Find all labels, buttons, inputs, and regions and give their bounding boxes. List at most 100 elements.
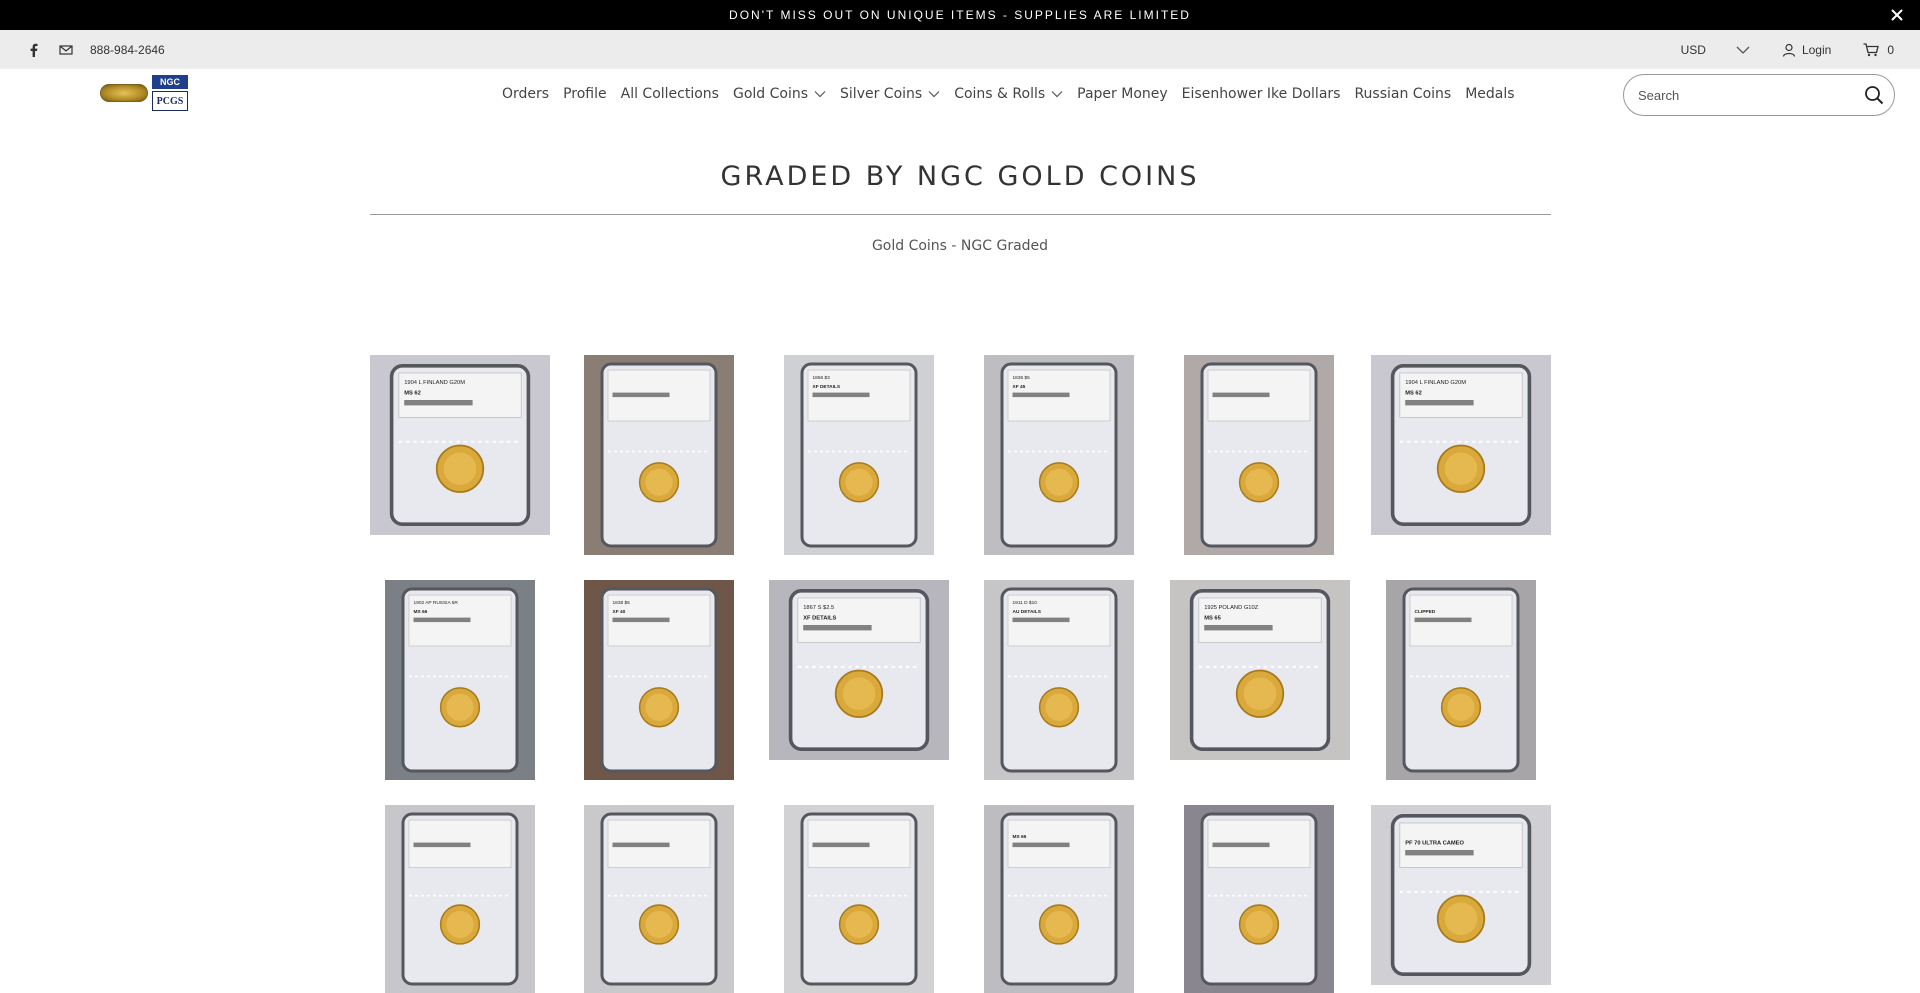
product-card[interactable]: 1925 POLAND G10Z MS 65 xyxy=(1170,580,1350,760)
product-image xyxy=(584,805,734,993)
email-icon[interactable] xyxy=(58,42,74,58)
product-card[interactable]: 1902 AP RUSSIA 5R MS 66 xyxy=(385,580,535,780)
page-title: GRADED BY NGC GOLD COINS xyxy=(720,161,1200,192)
nav-item-medals[interactable]: Medals xyxy=(1465,86,1514,102)
product-card[interactable]: 1867 S $2.5 XF DETAILS xyxy=(769,580,949,760)
nav-label: Eisenhower Ike Dollars xyxy=(1181,86,1341,102)
product-image xyxy=(385,805,535,993)
product-card[interactable]: 1836 $5 XF 45 xyxy=(984,355,1134,555)
svg-text:1925 POLAND G10Z: 1925 POLAND G10Z xyxy=(1204,605,1259,611)
collection-header: GRADED BY NGC GOLD COINS Gold Coins - NG… xyxy=(0,161,1920,254)
nav-label: Medals xyxy=(1465,86,1515,102)
product-image xyxy=(784,805,934,993)
cart-link[interactable]: 0 xyxy=(1863,43,1894,57)
facebook-icon[interactable] xyxy=(26,42,42,58)
svg-text:1911 D $10: 1911 D $10 xyxy=(1013,600,1038,606)
svg-text:XF 45: XF 45 xyxy=(1013,384,1026,390)
product-image: 1925 POLAND G10Z MS 65 xyxy=(1170,580,1350,760)
search-box xyxy=(1623,74,1895,116)
product-image xyxy=(1184,355,1334,555)
product-image: PF 70 ULTRA CAMEO xyxy=(1371,805,1551,985)
svg-text:1836 $5: 1836 $5 xyxy=(1013,375,1031,381)
nav-label: Gold Coins xyxy=(732,86,809,102)
search-icon[interactable] xyxy=(1864,85,1884,105)
product-image: MS 66 xyxy=(984,805,1134,993)
product-card[interactable]: PF 70 ULTRA CAMEO xyxy=(1371,805,1551,985)
product-image: 1836 $5 XF 45 xyxy=(984,355,1134,555)
currency-selector[interactable]: USD xyxy=(1681,43,1750,57)
close-icon[interactable] xyxy=(1888,6,1906,24)
nav-label: Coins & Rolls xyxy=(954,86,1046,102)
nav-item-all-collections[interactable]: All Collections xyxy=(621,86,719,102)
nav-label: Silver Coins xyxy=(840,86,923,102)
nav-item-profile[interactable]: Profile xyxy=(563,86,607,102)
login-link[interactable]: Login xyxy=(1782,43,1831,57)
svg-text:XF 40: XF 40 xyxy=(613,609,626,615)
svg-text:XF DETAILS: XF DETAILS xyxy=(813,384,841,390)
product-image: 1867 S $2.5 XF DETAILS xyxy=(769,580,949,760)
cart-icon xyxy=(1863,42,1880,56)
main-header: NGC PCGS Orders Profile All Collections … xyxy=(0,69,1920,119)
product-card[interactable] xyxy=(784,805,934,993)
product-card[interactable]: 1838 $5 XF 40 xyxy=(584,580,734,780)
product-image: 1856 $3 XF DETAILS xyxy=(784,355,934,555)
store-logo[interactable]: NGC PCGS xyxy=(100,75,188,111)
user-icon xyxy=(1782,43,1796,57)
nav-item-russian-coins[interactable]: Russian Coins xyxy=(1354,86,1451,102)
nav-item-eisenhower-ike-dollars[interactable]: Eisenhower Ike Dollars xyxy=(1182,86,1341,102)
svg-text:1902 AP RUSSIA 5R: 1902 AP RUSSIA 5R xyxy=(414,600,459,606)
chevron-down-icon xyxy=(814,91,826,98)
utility-bar: 888-984-2646 USD Login 0 xyxy=(0,30,1920,69)
nav-item-paper-money[interactable]: Paper Money xyxy=(1077,86,1168,102)
product-card[interactable] xyxy=(1184,355,1334,555)
nav-item-silver-coins[interactable]: Silver Coins xyxy=(840,86,940,102)
product-card[interactable]: MS 66 xyxy=(984,805,1134,993)
logo-coin-image xyxy=(100,84,148,102)
search-input[interactable] xyxy=(1638,87,1864,103)
svg-text:AU DETAILS: AU DETAILS xyxy=(1013,609,1042,615)
svg-text:1867 S $2.5: 1867 S $2.5 xyxy=(803,605,834,611)
phone-number[interactable]: 888-984-2646 xyxy=(90,43,165,57)
nav-label: Orders xyxy=(502,86,550,102)
svg-text:1856 $3: 1856 $3 xyxy=(813,375,831,381)
nav-item-orders[interactable]: Orders xyxy=(502,86,549,102)
nav-label: Russian Coins xyxy=(1354,86,1452,102)
product-image xyxy=(584,355,734,555)
product-card[interactable] xyxy=(584,355,734,555)
collection-description: Gold Coins - NGC Graded xyxy=(871,238,1049,254)
product-image: 1838 $5 XF 40 xyxy=(584,580,734,780)
chevron-down-icon xyxy=(1051,91,1063,98)
nav-item-gold-coins[interactable]: Gold Coins xyxy=(733,86,826,102)
product-card[interactable] xyxy=(385,805,535,993)
promo-text: DON'T MISS OUT ON UNIQUE ITEMS - SUPPLIE… xyxy=(729,8,1191,22)
chevron-down-icon xyxy=(1736,46,1750,54)
product-image: 1911 D $10 AU DETAILS xyxy=(984,580,1134,780)
svg-text:1904 L FINLAND G20M: 1904 L FINLAND G20M xyxy=(1405,380,1466,386)
nav-label: All Collections xyxy=(620,86,719,102)
svg-text:1838 $5: 1838 $5 xyxy=(613,600,631,606)
login-label: Login xyxy=(1801,42,1832,57)
product-image: 1904 L FINLAND G20M MS 62 xyxy=(370,355,550,535)
svg-text:1904 L FINLAND G20M: 1904 L FINLAND G20M xyxy=(404,380,465,386)
nav-item-coins-rolls[interactable]: Coins & Rolls xyxy=(954,86,1063,102)
pcgs-logo: PCGS xyxy=(152,91,188,111)
currency-value: USD xyxy=(1680,42,1706,57)
svg-text:MS 66: MS 66 xyxy=(1013,834,1027,840)
product-card[interactable] xyxy=(1184,805,1334,993)
product-card[interactable]: 1856 $3 XF DETAILS xyxy=(784,355,934,555)
ngc-logo: NGC xyxy=(152,75,188,89)
product-image: 1902 AP RUSSIA 5R MS 66 xyxy=(385,580,535,780)
svg-text:XF DETAILS: XF DETAILS xyxy=(803,616,836,622)
product-image: CLIPPED xyxy=(1386,580,1536,780)
product-card[interactable]: 1904 L FINLAND G20M MS 62 xyxy=(370,355,550,535)
product-card[interactable]: 1911 D $10 AU DETAILS xyxy=(984,580,1134,780)
svg-text:CLIPPED: CLIPPED xyxy=(1415,609,1436,615)
product-image: 1904 L FINLAND G20M MS 62 xyxy=(1371,355,1551,535)
svg-text:PF 70 ULTRA CAMEO: PF 70 ULTRA CAMEO xyxy=(1405,841,1464,847)
nav-label: Profile xyxy=(563,86,607,102)
product-card[interactable]: CLIPPED xyxy=(1386,580,1536,780)
product-card[interactable] xyxy=(584,805,734,993)
product-card[interactable]: 1904 L FINLAND G20M MS 62 xyxy=(1371,355,1551,535)
svg-text:MS 65: MS 65 xyxy=(1204,616,1221,622)
promo-bar: DON'T MISS OUT ON UNIQUE ITEMS - SUPPLIE… xyxy=(0,0,1920,30)
